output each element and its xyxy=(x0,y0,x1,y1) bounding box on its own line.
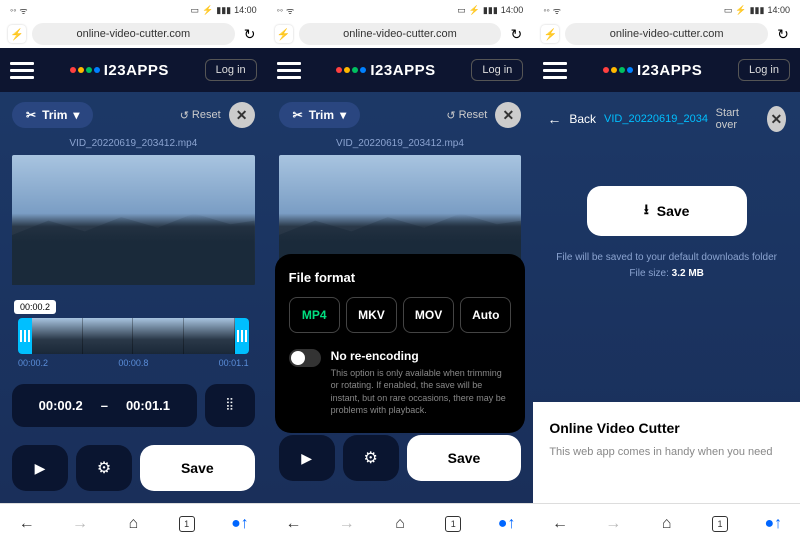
toggle-label: No re-encoding xyxy=(331,349,512,363)
hamburger-icon[interactable] xyxy=(543,62,567,79)
reset-button[interactable]: ↺Reset xyxy=(180,109,221,122)
reset-button[interactable]: ↺Reset xyxy=(446,109,487,122)
breadcrumb-row: ← Back VID_20220619_203412.mp4 Start ove… xyxy=(533,92,800,146)
nav-tabs-icon[interactable]: 1 xyxy=(441,512,465,536)
format-mkv[interactable]: MKV xyxy=(346,297,397,333)
nav-back-icon[interactable]: ← xyxy=(548,512,572,536)
amp-icon: ⚡ xyxy=(541,25,559,43)
section-description: This web app comes in handy when you nee… xyxy=(549,446,784,458)
login-button[interactable]: Log in xyxy=(471,59,523,81)
reload-icon[interactable]: ↻ xyxy=(241,25,259,43)
timeline[interactable] xyxy=(18,318,249,354)
nav-menu-icon[interactable]: ●↑ xyxy=(228,512,252,536)
reload-icon[interactable]: ↻ xyxy=(774,25,792,43)
hamburger-icon[interactable] xyxy=(10,62,34,79)
nav-back-icon[interactable]: ← xyxy=(281,512,305,536)
trim-button[interactable]: ✂Trim▾ xyxy=(279,102,360,128)
nav-home-icon[interactable]: ⌂ xyxy=(388,512,412,536)
nfc-icon: ▭ xyxy=(191,5,200,16)
scissors-icon: ✂ xyxy=(26,108,36,122)
amp-icon: ⚡ xyxy=(8,25,26,43)
format-mp4[interactable]: MP4 xyxy=(289,297,340,333)
browser-url-bar: ⚡ online-video-cutter.com ↻ xyxy=(0,20,267,48)
close-button[interactable]: ✕ xyxy=(229,102,255,128)
nav-home-icon[interactable]: ⌂ xyxy=(121,512,145,536)
file-name: VID_20220619_203412.mp4 xyxy=(267,138,534,155)
no-reencode-toggle[interactable] xyxy=(289,349,321,367)
nav-back-icon[interactable]: ← xyxy=(15,512,39,536)
settings-button[interactable]: ⚙ xyxy=(343,435,399,481)
status-bar: ◦◦ᯤ ▭⚡▮▮▮14:00 xyxy=(0,0,267,20)
logo: I23APPS xyxy=(336,62,435,79)
trim-button[interactable]: ✂Trim▾ xyxy=(12,102,93,128)
video-preview[interactable] xyxy=(12,155,255,285)
start-over-link[interactable]: Start over xyxy=(716,107,751,131)
status-bar: ◦◦ᯤ ▭⚡▮▮▮14:00 xyxy=(533,0,800,20)
amp-icon: ⚡ xyxy=(275,25,293,43)
toggle-description: This option is only available when trimm… xyxy=(331,367,512,417)
phone-screen-1: ◦◦ᯤ ▭⚡▮▮▮14:00 ⚡ online-video-cutter.com… xyxy=(0,0,267,543)
nav-menu-icon[interactable]: ●↑ xyxy=(495,512,519,536)
split-button[interactable]: ⦙⦙ xyxy=(205,384,255,427)
close-button[interactable]: ✕ xyxy=(495,102,521,128)
trim-handle-left[interactable] xyxy=(18,318,32,354)
login-button[interactable]: Log in xyxy=(738,59,790,81)
nav-home-icon[interactable]: ⌂ xyxy=(655,512,679,536)
format-mov[interactable]: MOV xyxy=(403,297,454,333)
trim-handle-right[interactable] xyxy=(235,318,249,354)
nav-tabs-icon[interactable]: 1 xyxy=(175,512,199,536)
nav-tabs-icon[interactable]: 1 xyxy=(708,512,732,536)
status-bar: ◦◦ᯤ ▭⚡▮▮▮14:00 xyxy=(267,0,534,20)
nav-forward-icon[interactable]: → xyxy=(68,512,92,536)
nav-forward-icon[interactable]: → xyxy=(601,512,625,536)
logo: I23APPS xyxy=(603,62,702,79)
undo-icon: ↺ xyxy=(180,109,189,122)
save-info: File will be saved to your default downl… xyxy=(533,250,800,282)
play-button[interactable]: ▶ xyxy=(12,445,68,491)
time-range-box[interactable]: 00:00.2–00:01.1 xyxy=(12,384,197,427)
phone-screen-2: ◦◦ᯤ ▭⚡▮▮▮14:00 ⚡ online-video-cutter.com… xyxy=(267,0,534,543)
wifi-icon: ᯤ xyxy=(19,4,27,17)
back-arrow-icon[interactable]: ← xyxy=(547,111,561,127)
login-button[interactable]: Log in xyxy=(205,59,257,81)
download-icon: ⭳ xyxy=(644,199,649,223)
app-content: I23APPS Log in ✂Trim▾ ↺Reset ✕ VID_20220… xyxy=(0,48,267,503)
app-header: I23APPS Log in xyxy=(0,48,267,92)
reload-icon[interactable]: ↻ xyxy=(507,25,525,43)
save-button[interactable]: Save xyxy=(140,445,255,491)
back-label[interactable]: Back xyxy=(569,112,596,126)
file-format-popup: File format MP4 MKV MOV Auto No re-encod… xyxy=(275,254,526,433)
nav-forward-icon[interactable]: → xyxy=(335,512,359,536)
time-tooltip: 00:00.2 xyxy=(14,300,56,314)
popup-title: File format xyxy=(289,270,512,285)
url-field[interactable]: online-video-cutter.com xyxy=(32,23,235,45)
phone-screen-3: ◦◦ᯤ ▭⚡▮▮▮14:00 ⚡ online-video-cutter.com… xyxy=(533,0,800,543)
timeline-area: 00:00.2 00:00.2 00:00.8 00:01.1 xyxy=(0,285,267,376)
url-field[interactable]: online-video-cutter.com xyxy=(565,23,768,45)
nav-menu-icon[interactable]: ●↑ xyxy=(761,512,785,536)
browser-nav-bar: ← → ⌂ 1 ●↑ xyxy=(0,503,267,543)
file-name: VID_20220619_203412.mp4 xyxy=(0,138,267,155)
hamburger-icon[interactable] xyxy=(277,62,301,79)
logo: I23APPS xyxy=(70,62,169,79)
settings-button[interactable]: ⚙ xyxy=(76,445,132,491)
chevron-down-icon: ▾ xyxy=(73,108,79,122)
play-button[interactable]: ▶ xyxy=(279,435,335,481)
toolbar: ✂Trim▾ ↺Reset ✕ xyxy=(0,92,267,138)
format-auto[interactable]: Auto xyxy=(460,297,511,333)
save-button[interactable]: Save xyxy=(407,435,522,481)
section-title: Online Video Cutter xyxy=(549,420,784,436)
url-field[interactable]: online-video-cutter.com xyxy=(299,23,502,45)
close-button[interactable]: ✕ xyxy=(767,106,786,132)
file-link[interactable]: VID_20220619_203412.mp4 xyxy=(604,113,708,125)
save-download-button[interactable]: ⭳ Save xyxy=(587,186,747,236)
info-section: Online Video Cutter This web app comes i… xyxy=(533,402,800,503)
